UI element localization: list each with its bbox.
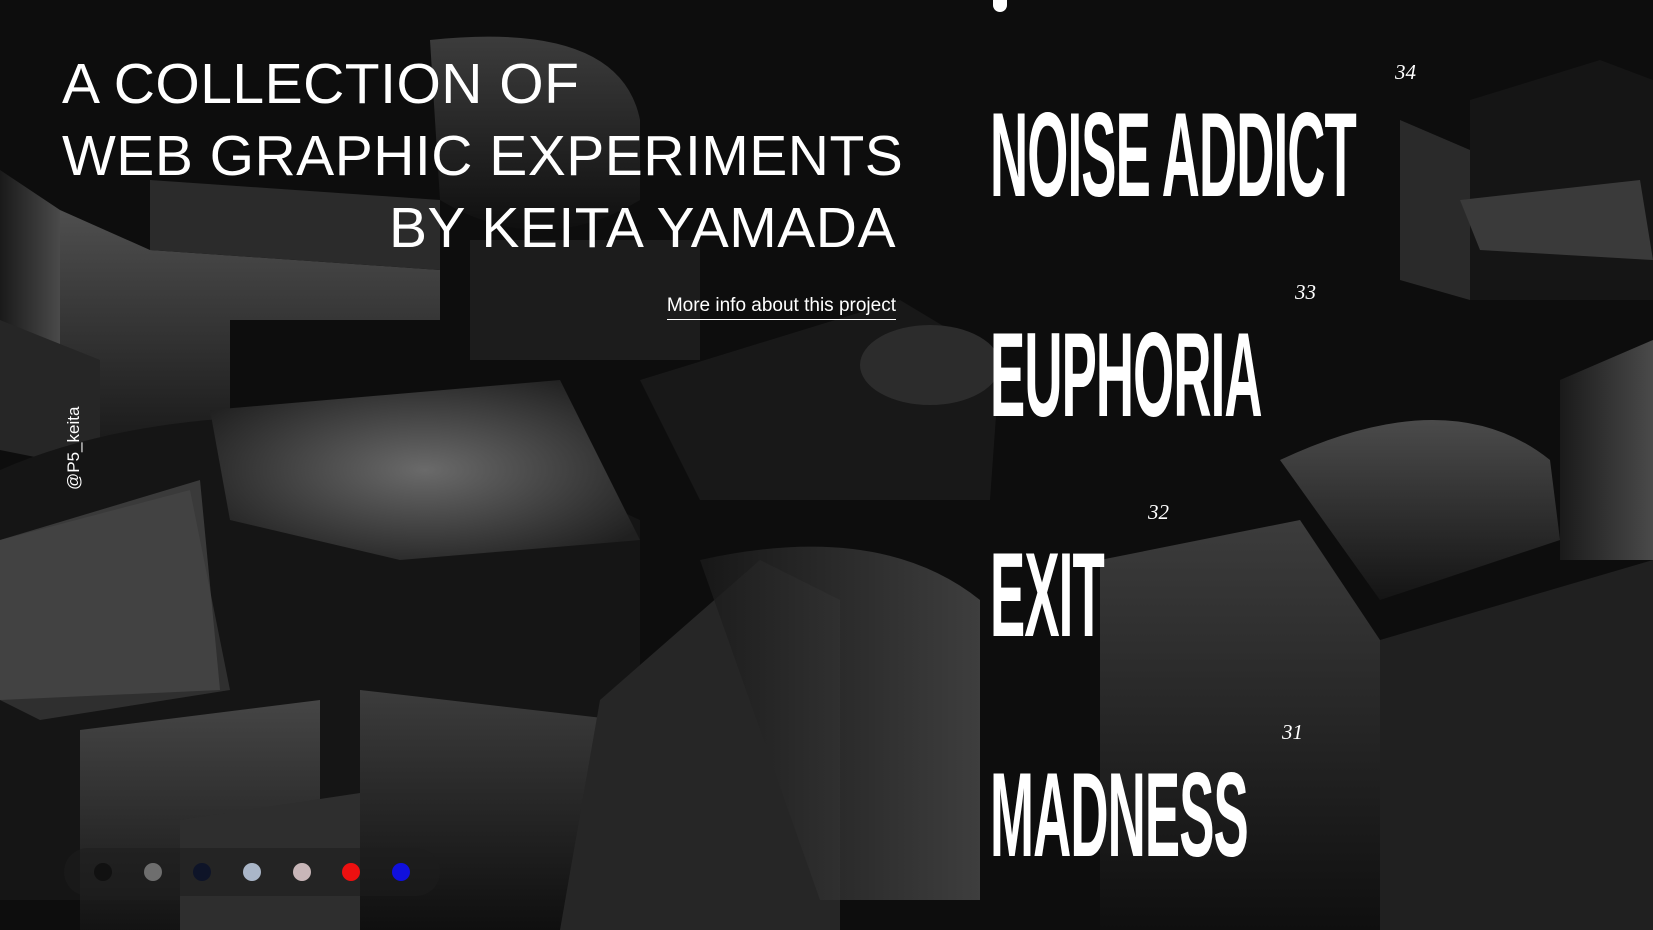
more-info-link[interactable]: More info about this project	[666, 295, 896, 320]
color-swatch[interactable]	[143, 863, 162, 881]
color-swatch[interactable]	[193, 863, 212, 881]
title-line: BY KEITA YAMADA	[389, 196, 896, 260]
project-title[interactable]: EXIT	[990, 495, 1105, 695]
page-title: A COLLECTION OF WEB GRAPHIC EXPERIMENTS …	[62, 48, 904, 264]
title-line: WEB GRAPHIC EXPERIMENTS	[62, 124, 904, 188]
color-swatch[interactable]	[342, 863, 361, 881]
project-number: 32	[1148, 500, 1169, 524]
project-item[interactable]: MADNESS 31	[990, 715, 1653, 930]
color-swatch[interactable]	[392, 863, 411, 881]
project-number: 31	[1282, 720, 1303, 744]
color-swatch[interactable]	[93, 863, 112, 881]
project-number: 33	[1295, 280, 1316, 304]
title-line: A COLLECTION OF	[62, 52, 580, 116]
color-swatch[interactable]	[242, 863, 261, 881]
social-handle-link[interactable]: @P5_keita	[64, 407, 84, 490]
project-list: NOISE ADDICT 34 EUPHORIA 33 EXIT 32 MADN…	[990, 55, 1653, 930]
project-item[interactable]: EUPHORIA 33	[990, 275, 1653, 495]
project-item[interactable]: NOISE ADDICT 34	[990, 55, 1653, 275]
color-swatch-bar	[64, 848, 440, 896]
project-item[interactable]: EXIT 32	[990, 495, 1653, 715]
project-title[interactable]: EUPHORIA	[990, 275, 1263, 475]
project-title[interactable]: NOISE ADDICT	[990, 55, 1357, 255]
project-number: 34	[1395, 60, 1416, 84]
color-swatch[interactable]	[292, 863, 311, 881]
project-title[interactable]: MADNESS	[990, 715, 1249, 915]
